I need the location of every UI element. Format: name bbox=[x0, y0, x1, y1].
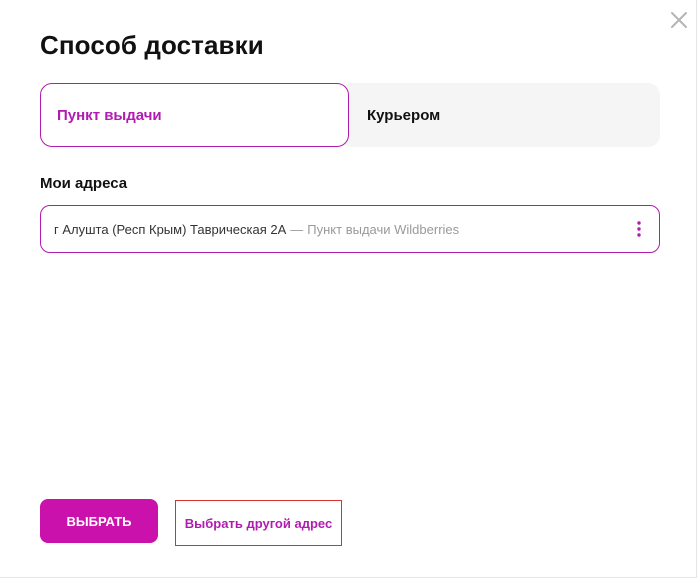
delivery-tabs: Курьером Пункт выдачи bbox=[40, 83, 660, 147]
tab-courier-label: Курьером bbox=[367, 106, 441, 124]
address-menu-button[interactable] bbox=[635, 219, 643, 239]
delivery-method-dialog: Способ доставки Курьером Пункт выдачи Мо… bbox=[0, 0, 697, 578]
close-button[interactable] bbox=[668, 9, 690, 31]
address-type: Пункт выдачи Wildberries bbox=[307, 221, 460, 237]
choose-other-address-button[interactable]: Выбрать другой адрес bbox=[175, 500, 342, 546]
address-separator: — bbox=[290, 221, 304, 237]
address-item[interactable]: г Алушта (Респ Крым) Таврическая 2А — Пу… bbox=[40, 205, 660, 253]
close-icon bbox=[671, 12, 687, 28]
address-text: г Алушта (Респ Крым) Таврическая 2А bbox=[54, 221, 287, 237]
select-button[interactable]: Выбрать bbox=[40, 499, 158, 543]
my-addresses-heading: Мои адреса bbox=[40, 175, 128, 192]
more-vertical-icon bbox=[637, 221, 641, 237]
tab-pickup-point-label: Пункт выдачи bbox=[57, 106, 162, 124]
tab-pickup-point[interactable]: Пункт выдачи bbox=[40, 83, 349, 147]
dialog-title: Способ доставки bbox=[40, 30, 264, 60]
tab-courier[interactable]: Курьером bbox=[340, 83, 660, 147]
